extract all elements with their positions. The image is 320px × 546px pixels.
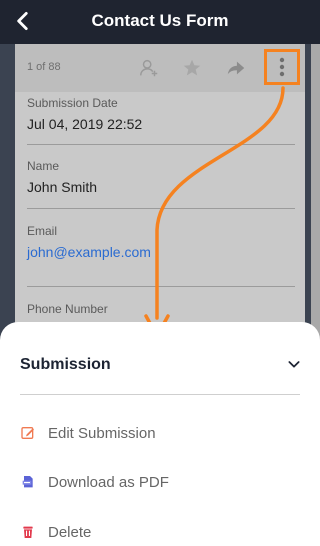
field-label: Phone Number — [27, 302, 108, 316]
sheet-divider — [20, 394, 300, 395]
chevron-down-icon[interactable] — [286, 356, 302, 372]
star-icon[interactable] — [181, 57, 203, 79]
field-value: John Smith — [27, 179, 98, 195]
action-label: Edit Submission — [48, 424, 156, 442]
field-label: Name — [27, 159, 60, 173]
more-options-highlight — [264, 49, 300, 85]
card-header: 1 of 88 — [15, 44, 305, 92]
field-name: Name John Smith — [27, 159, 293, 195]
delete-button[interactable]: Delete — [20, 516, 300, 546]
divider — [27, 208, 295, 209]
divider — [27, 286, 295, 287]
submission-card: 1 of 88 Submission Date Jul 04, 2019 22:… — [15, 44, 305, 344]
edit-submission-button[interactable]: Edit Submission — [20, 417, 300, 449]
submission-counter: 1 of 88 — [27, 61, 61, 73]
field-submission-date: Submission Date Jul 04, 2019 22:52 — [27, 96, 293, 132]
divider — [27, 144, 295, 145]
field-label: Email — [27, 224, 58, 238]
assign-user-icon[interactable] — [138, 57, 160, 79]
bottom-sheet: Submission Edit Submission Download as P… — [0, 322, 320, 546]
pdf-icon — [22, 476, 33, 488]
page-title: Contact Us Form — [91, 11, 229, 30]
field-value: Jul 04, 2019 22:52 — [27, 116, 143, 132]
sheet-title: Submission — [20, 356, 111, 373]
field-email: Email john@example.com — [27, 224, 293, 260]
action-label: Delete — [48, 523, 92, 541]
email-link[interactable]: john@example.com — [27, 244, 293, 260]
edit-icon — [21, 427, 34, 439]
trash-icon — [23, 526, 33, 538]
field-label: Submission Date — [27, 96, 118, 110]
next-card-edge — [311, 44, 320, 344]
action-label: Download as PDF — [48, 473, 169, 491]
top-bar: Contact Us Form — [0, 0, 320, 44]
field-phone-number: Phone Number — [27, 302, 293, 316]
share-arrow-icon[interactable] — [225, 57, 247, 79]
download-pdf-button[interactable]: Download as PDF — [20, 466, 300, 498]
